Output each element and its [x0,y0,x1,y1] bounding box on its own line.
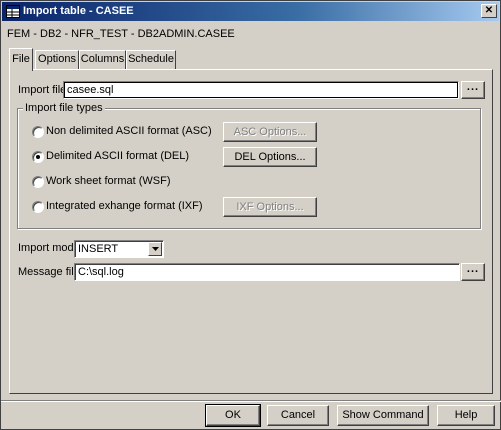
tab-file-label: File [12,53,30,65]
import-mode-select[interactable]: INSERT [74,240,164,258]
import-mode-value: INSERT [78,243,119,255]
window-title: Import table - CASEE [23,5,134,17]
import-table-dialog: Import table - CASEE ✕ FEM - DB2 - NFR_T… [0,0,501,430]
tab-file[interactable]: File [9,48,33,71]
message-file-input[interactable]: C:\sql.log [74,263,460,281]
message-file-label: Message file [18,266,80,278]
help-button[interactable]: Help [437,405,495,426]
footer-separator [1,400,501,402]
tab-options-label: Options [38,53,76,65]
del-options-button[interactable]: DEL Options... [223,147,317,167]
radio-ixf[interactable] [32,201,44,213]
show-command-button[interactable]: Show Command [337,405,429,426]
radio-del-label[interactable]: Delimited ASCII format (DEL) [46,150,189,162]
tab-options[interactable]: Options [35,50,79,69]
message-file-browse-button[interactable]: ... [461,263,485,281]
tab-columns[interactable]: Columns [79,50,126,69]
title-bar[interactable]: Import table - CASEE ✕ [2,2,499,21]
tab-schedule-label: Schedule [128,53,174,65]
table-icon [6,5,20,18]
close-button[interactable]: ✕ [481,4,497,18]
radio-ixf-label[interactable]: Integrated exhange format (IXF) [46,200,203,212]
radio-wsf-label[interactable]: Work sheet format (WSF) [46,175,170,187]
radio-wsf[interactable] [32,176,44,188]
import-mode-label: Import mode [18,242,80,254]
close-icon: ✕ [484,5,494,16]
import-file-label: Import file [18,84,67,96]
radio-asc[interactable] [32,126,44,138]
import-file-types-title: Import file types [23,102,105,114]
ixf-options-button[interactable]: IXF Options... [223,197,317,217]
tab-schedule[interactable]: Schedule [126,50,176,69]
ok-button[interactable]: OK [205,404,261,427]
chevron-down-icon [152,247,159,251]
radio-selected-dot [36,155,40,159]
import-file-browse-button[interactable]: ... [461,81,485,99]
radio-del[interactable] [32,151,44,163]
object-path: FEM - DB2 - NFR_TEST - DB2ADMIN.CASEE [7,28,235,40]
cancel-button[interactable]: Cancel [267,405,329,426]
radio-asc-label[interactable]: Non delimited ASCII format (ASC) [46,125,212,137]
tab-columns-label: Columns [80,53,125,65]
import-mode-dropdown-button[interactable] [148,242,162,256]
import-file-input[interactable]: casee.sql [63,81,459,99]
asc-options-button[interactable]: ASC Options... [223,122,317,142]
